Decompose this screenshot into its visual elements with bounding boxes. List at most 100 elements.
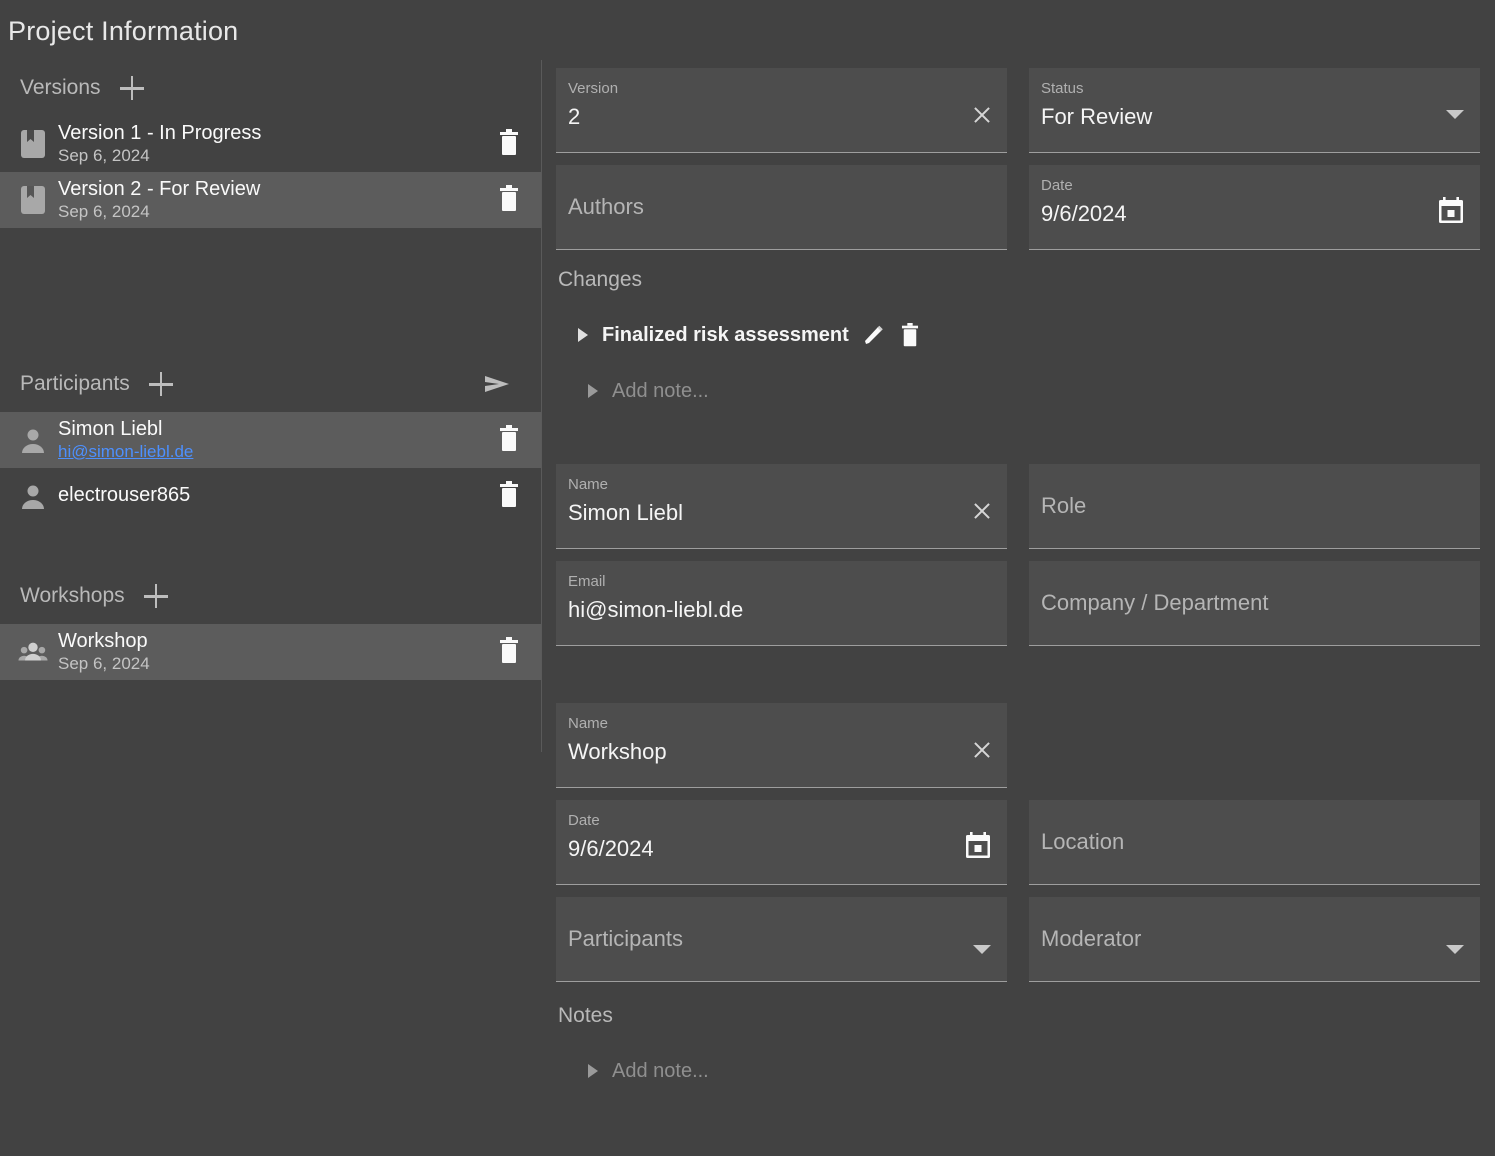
workshop-date-field-label: Date <box>568 812 600 829</box>
sidebar-item-participant-electrouser865[interactable]: electrouser865 <box>0 468 541 524</box>
workshop-date-field-value: 9/6/2024 <box>568 836 654 861</box>
workshop-date-field[interactable]: Date 9/6/2024 <box>556 800 1007 885</box>
workshops-section-header: Workshops <box>0 568 541 624</box>
participant-email-field[interactable]: Email hi@simon-liebl.de <box>556 561 1007 646</box>
delete-participant-button[interactable] <box>497 481 523 511</box>
participant-name: electrouser865 <box>58 484 191 507</box>
version-date: Sep 6, 2024 <box>58 201 150 221</box>
participants-section-header: Participants <box>0 356 541 412</box>
workshop-moderator-field[interactable]: Moderator <box>1029 897 1480 982</box>
authors-field[interactable]: Authors <box>556 165 1007 250</box>
detail-panel: Version 2 Status For Review Authors Date… <box>556 68 1486 1088</box>
grid-gap <box>1007 561 1029 646</box>
workshop-name-field-value: Workshop <box>568 739 667 764</box>
delete-participant-button[interactable] <box>497 425 523 455</box>
change-item-label: Finalized risk assessment <box>602 323 849 346</box>
grid-gap <box>1007 464 1029 549</box>
sidebar-item-workshop[interactable]: Workshop Sep 6, 2024 <box>0 624 541 680</box>
delete-change-button[interactable] <box>899 322 921 348</box>
participant-form: Name Simon Liebl Role Email hi@simon-lie… <box>556 464 1486 646</box>
version-form: Version 2 Status For Review Authors Date… <box>556 68 1486 250</box>
send-icon[interactable] <box>483 372 511 396</box>
delete-version-button[interactable] <box>497 185 523 215</box>
chevron-down-icon[interactable] <box>1446 945 1464 954</box>
status-field-value: For Review <box>1041 104 1153 129</box>
workshop-form: Name Workshop Date 9/6/2024 Location Par… <box>556 703 1486 982</box>
add-workshop-button[interactable] <box>141 581 171 611</box>
sidebar-item-text: Workshop Sep 6, 2024 <box>58 630 497 674</box>
calendar-icon[interactable] <box>963 830 993 860</box>
workshops-title: Workshops <box>20 584 125 607</box>
status-field-label: Status <box>1041 80 1084 97</box>
participant-email-link[interactable]: hi@simon-liebl.de <box>58 442 497 462</box>
workshop-form-empty-cell <box>1029 703 1480 788</box>
clear-icon[interactable] <box>971 104 993 126</box>
changes-section: Changes Finalized risk assessment Add no… <box>556 250 1486 408</box>
workshop-date: Sep 6, 2024 <box>58 653 150 673</box>
calendar-icon[interactable] <box>1436 195 1466 225</box>
add-note-placeholder: Add note... <box>612 1059 709 1082</box>
page-title: Project Information <box>8 16 239 46</box>
workshop-participants-field[interactable]: Participants <box>556 897 1007 982</box>
delete-workshop-button[interactable] <box>497 637 523 667</box>
version-date-field-value: 9/6/2024 <box>1041 201 1127 226</box>
grid-gap <box>1007 68 1029 153</box>
grid-gap <box>1007 703 1029 788</box>
participant-role-field-placeholder: Role <box>1041 492 1087 518</box>
workshop-name: Workshop <box>58 630 148 653</box>
workshop-participants-field-placeholder: Participants <box>568 925 683 951</box>
participant-name-field-label: Name <box>568 476 609 493</box>
clear-icon[interactable] <box>971 739 993 761</box>
sidebar: Versions Version 1 - In Progress Sep 6, … <box>0 60 541 680</box>
workshop-moderator-field-placeholder: Moderator <box>1041 925 1142 951</box>
version-field-value: 2 <box>568 104 581 129</box>
chevron-down-icon[interactable] <box>973 945 991 954</box>
participant-email-field-label: Email <box>568 573 606 590</box>
versions-section-header: Versions <box>0 60 541 116</box>
sidebar-item-text: Version 1 - In Progress Sep 6, 2024 <box>58 122 497 166</box>
grid-gap <box>1007 897 1029 982</box>
workshop-name-field[interactable]: Name Workshop <box>556 703 1007 788</box>
column-divider <box>541 60 542 752</box>
person-icon <box>18 481 48 511</box>
expand-arrow-icon[interactable] <box>588 384 598 398</box>
add-note-row[interactable]: Add note... <box>556 1054 1486 1088</box>
sidebar-item-text: Simon Liebl hi@simon-liebl.de <box>58 418 497 462</box>
sidebar-item-participant-simon-liebl[interactable]: Simon Liebl hi@simon-liebl.de <box>0 412 541 468</box>
add-version-button[interactable] <box>117 73 147 103</box>
chevron-down-icon[interactable] <box>1446 110 1464 119</box>
expand-arrow-icon[interactable] <box>578 328 588 342</box>
bookmark-icon <box>18 129 48 159</box>
add-participant-button[interactable] <box>146 369 176 399</box>
versions-participants-spacer <box>0 228 541 356</box>
status-field[interactable]: Status For Review <box>1029 68 1480 153</box>
notes-title: Notes <box>558 1004 613 1027</box>
notes-section: Notes Add note... <box>556 982 1486 1088</box>
version-field[interactable]: Version 2 <box>556 68 1007 153</box>
participants-title: Participants <box>20 372 130 395</box>
participant-name: Simon Liebl <box>58 418 163 441</box>
clear-icon[interactable] <box>971 500 993 522</box>
participants-workshops-spacer <box>0 524 541 568</box>
sidebar-item-version-2[interactable]: Version 2 - For Review Sep 6, 2024 <box>0 172 541 228</box>
participant-role-field[interactable]: Role <box>1029 464 1480 549</box>
sidebar-item-version-1[interactable]: Version 1 - In Progress Sep 6, 2024 <box>0 116 541 172</box>
workshop-location-field[interactable]: Location <box>1029 800 1480 885</box>
bookmark-icon <box>18 185 48 215</box>
group-icon <box>18 637 48 667</box>
workshop-location-field-placeholder: Location <box>1041 828 1125 854</box>
participant-email-field-value: hi@simon-liebl.de <box>568 597 744 622</box>
expand-arrow-icon[interactable] <box>588 1064 598 1078</box>
version-field-label: Version <box>568 80 619 97</box>
participant-company-field[interactable]: Company / Department <box>1029 561 1480 646</box>
version-date: Sep 6, 2024 <box>58 145 150 165</box>
version-date-field-label: Date <box>1041 177 1073 194</box>
participant-name-field[interactable]: Name Simon Liebl <box>556 464 1007 549</box>
delete-version-button[interactable] <box>497 129 523 159</box>
change-item[interactable]: Finalized risk assessment <box>556 318 1486 352</box>
add-change-note-row[interactable]: Add note... <box>556 374 1486 408</box>
version-date-field[interactable]: Date 9/6/2024 <box>1029 165 1480 250</box>
edit-change-button[interactable] <box>863 324 885 346</box>
changes-title: Changes <box>558 268 643 291</box>
participant-name-field-value: Simon Liebl <box>568 500 683 525</box>
